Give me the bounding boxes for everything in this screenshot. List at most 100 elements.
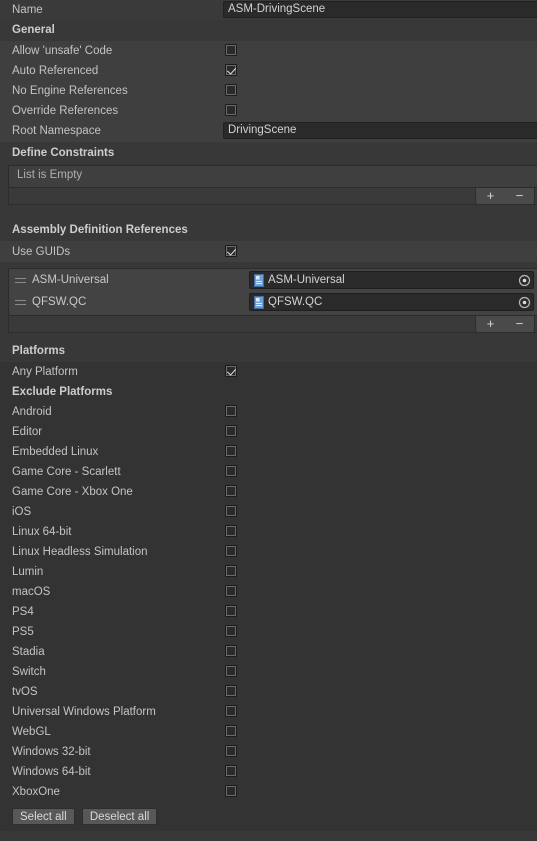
- drag-handle-icon[interactable]: [15, 300, 26, 305]
- platform-label: Windows 64-bit: [12, 766, 91, 778]
- define-constraints-footer: + −: [8, 188, 537, 205]
- platform-row: tvOS: [0, 682, 537, 702]
- platform-list: Android Editor Embedded Linux Game Core - S…: [0, 402, 537, 802]
- platform-checkbox[interactable]: [225, 665, 237, 677]
- name-label: Name: [12, 4, 43, 16]
- assembly-references-remove-button[interactable]: −: [505, 316, 534, 332]
- platform-checkbox[interactable]: [225, 585, 237, 597]
- any-platform-checkbox[interactable]: [225, 365, 237, 377]
- platform-checkbox[interactable]: [225, 445, 237, 457]
- platform-checkbox[interactable]: [225, 545, 237, 557]
- use-guids-checkbox[interactable]: [225, 245, 237, 257]
- platforms-section: Platforms Any Platform Exclude Platforms…: [0, 340, 537, 841]
- platform-checkbox[interactable]: [225, 505, 237, 517]
- general-option-row: Override References: [0, 101, 537, 121]
- assembly-references-list: ASM-Universal ASM-Universal QFSW.QC QFSW…: [8, 268, 537, 316]
- assembly-reference-object-field[interactable]: ASM-Universal: [249, 271, 534, 289]
- platform-checkbox[interactable]: [225, 705, 237, 717]
- platform-checkbox[interactable]: [225, 605, 237, 617]
- platform-row: Embedded Linux: [0, 442, 537, 462]
- general-option-row: Allow 'unsafe' Code: [0, 41, 537, 61]
- platform-row: Game Core - Scarlett: [0, 462, 537, 482]
- platform-row: WebGL: [0, 722, 537, 742]
- platform-checkbox[interactable]: [225, 485, 237, 497]
- platform-checkbox[interactable]: [225, 425, 237, 437]
- platform-row: Linux Headless Simulation: [0, 542, 537, 562]
- assembly-definition-inspector: Name ASM-DrivingScene General Allow 'uns…: [0, 0, 537, 841]
- platform-checkbox[interactable]: [225, 685, 237, 697]
- platform-checkbox[interactable]: [225, 745, 237, 757]
- use-guids-row: Use GUIDs: [0, 241, 537, 262]
- platform-row: XboxOne: [0, 782, 537, 802]
- general-body: Allow 'unsafe' Code Auto Referenced No E…: [0, 41, 537, 142]
- define-constraints-section: Define Constraints List is Empty + −: [0, 142, 537, 219]
- define-constraints-list[interactable]: List is Empty: [8, 165, 537, 188]
- platform-label: Editor: [12, 426, 43, 438]
- platform-row: Windows 32-bit: [0, 742, 537, 762]
- select-all-button[interactable]: Select all: [12, 808, 75, 825]
- any-platform-row: Any Platform: [0, 362, 537, 382]
- platform-checkbox[interactable]: [225, 405, 237, 417]
- assembly-reference-row[interactable]: QFSW.QC QFSW.QC: [9, 291, 537, 313]
- object-picker-icon[interactable]: [518, 296, 531, 309]
- allow-unsafe-code-label: Allow 'unsafe' Code: [12, 45, 113, 57]
- platform-checkbox[interactable]: [225, 525, 237, 537]
- platforms-header-row: Platforms: [0, 340, 537, 362]
- override-references-label: Override References: [12, 105, 119, 117]
- general-option-row: Auto Referenced: [0, 61, 537, 81]
- override-references-checkbox[interactable]: [225, 104, 237, 116]
- use-guids-label: Use GUIDs: [12, 245, 71, 258]
- deselect-all-button[interactable]: Deselect all: [81, 808, 158, 825]
- assembly-reference-row[interactable]: ASM-Universal ASM-Universal: [9, 269, 537, 291]
- auto-referenced-checkbox[interactable]: [225, 64, 237, 76]
- platform-checkbox[interactable]: [225, 465, 237, 477]
- platform-label: Linux Headless Simulation: [12, 546, 148, 558]
- object-picker-icon[interactable]: [518, 274, 531, 287]
- platform-label: iOS: [12, 506, 32, 518]
- platform-row: iOS: [0, 502, 537, 522]
- platform-label: Lumin: [12, 566, 44, 578]
- platform-checkbox[interactable]: [225, 565, 237, 577]
- assembly-references-add-button[interactable]: +: [476, 316, 505, 332]
- define-constraints-remove-button[interactable]: −: [505, 188, 534, 204]
- assembly-definition-asset-icon: [254, 295, 264, 309]
- platform-row: Android: [0, 402, 537, 422]
- platform-checkbox[interactable]: [225, 725, 237, 737]
- name-row: Name ASM-DrivingScene: [0, 0, 537, 20]
- assembly-references-section: Assembly Definition References Use GUIDs…: [0, 219, 537, 340]
- assembly-reference-object-field[interactable]: QFSW.QC: [249, 293, 534, 311]
- define-constraints-header: Define Constraints: [12, 147, 115, 159]
- no-engine-references-label: No Engine References: [12, 85, 128, 97]
- exclude-platforms-header: Exclude Platforms: [12, 386, 113, 398]
- platforms-header: Platforms: [12, 345, 66, 357]
- define-constraints-add-button[interactable]: +: [476, 188, 505, 204]
- platform-label: Switch: [12, 666, 46, 678]
- name-section: Name ASM-DrivingScene: [0, 0, 537, 20]
- platform-label: Linux 64-bit: [12, 526, 72, 538]
- platform-checkbox[interactable]: [225, 765, 237, 777]
- define-constraints-header-row: Define Constraints: [0, 142, 537, 164]
- root-namespace-row: Root Namespace DrivingScene: [0, 121, 537, 141]
- platform-row: Universal Windows Platform: [0, 702, 537, 722]
- no-engine-references-checkbox[interactable]: [225, 84, 237, 96]
- platform-checkbox[interactable]: [225, 625, 237, 637]
- platform-row: Editor: [0, 422, 537, 442]
- platform-label: Game Core - Scarlett: [12, 466, 121, 478]
- general-option-row: No Engine References: [0, 81, 537, 101]
- platform-label: WebGL: [12, 726, 51, 738]
- platform-checkbox[interactable]: [225, 645, 237, 657]
- platform-row: Switch: [0, 662, 537, 682]
- general-header-row: General: [0, 20, 537, 40]
- drag-handle-icon[interactable]: [15, 278, 26, 283]
- platform-label: Android: [12, 406, 52, 418]
- assembly-references-footer: + −: [8, 316, 537, 333]
- platform-label: Game Core - Xbox One: [12, 486, 133, 498]
- platform-row: Game Core - Xbox One: [0, 482, 537, 502]
- platform-checkbox[interactable]: [225, 785, 237, 797]
- platform-row: Windows 64-bit: [0, 762, 537, 782]
- platform-row: PS5: [0, 622, 537, 642]
- platforms-body: Any Platform Exclude Platforms Android Ed…: [0, 362, 537, 831]
- allow-unsafe-code-checkbox[interactable]: [225, 44, 237, 56]
- name-input[interactable]: ASM-DrivingScene: [223, 1, 537, 18]
- root-namespace-input[interactable]: DrivingScene: [223, 122, 537, 139]
